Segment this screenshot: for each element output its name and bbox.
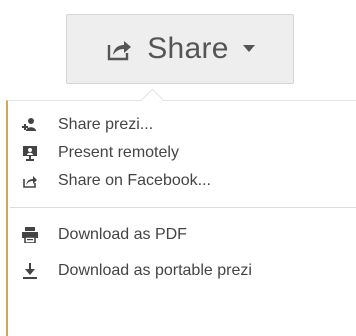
printer-icon bbox=[22, 227, 38, 243]
menu-item-label: Download as PDF bbox=[58, 226, 187, 243]
share-arrow-icon bbox=[108, 41, 132, 61]
share-users-icon bbox=[22, 118, 36, 131]
menu-item-present-remotely[interactable]: Present remotely bbox=[22, 141, 179, 165]
present-remotely-icon bbox=[23, 146, 37, 161]
menu-item-share-prezi[interactable]: Share prezi... bbox=[22, 113, 153, 137]
menu-item-label: Present remotely bbox=[58, 144, 179, 161]
share-widget: Share Share prezi... Present remotely Sh… bbox=[0, 0, 356, 336]
share-button-label: Share bbox=[147, 32, 229, 65]
menu-divider bbox=[10, 207, 356, 208]
menu-item-download-pdf[interactable]: Download as PDF bbox=[22, 223, 187, 247]
menu-item-share-facebook[interactable]: Share on Facebook... bbox=[22, 169, 211, 193]
menu-item-label: Download as portable prezi bbox=[58, 262, 252, 279]
share-arrow-icon bbox=[23, 176, 37, 188]
menu-item-label: Share prezi... bbox=[58, 116, 154, 133]
share-dropdown-menu: Share prezi... Present remotely Share on… bbox=[6, 100, 356, 336]
share-button[interactable]: Share bbox=[66, 14, 294, 84]
menu-item-label: Share on Facebook... bbox=[58, 172, 211, 189]
menu-item-download-portable[interactable]: Download as portable prezi bbox=[22, 259, 252, 283]
caret-down-icon bbox=[242, 45, 255, 52]
download-icon bbox=[23, 263, 37, 279]
